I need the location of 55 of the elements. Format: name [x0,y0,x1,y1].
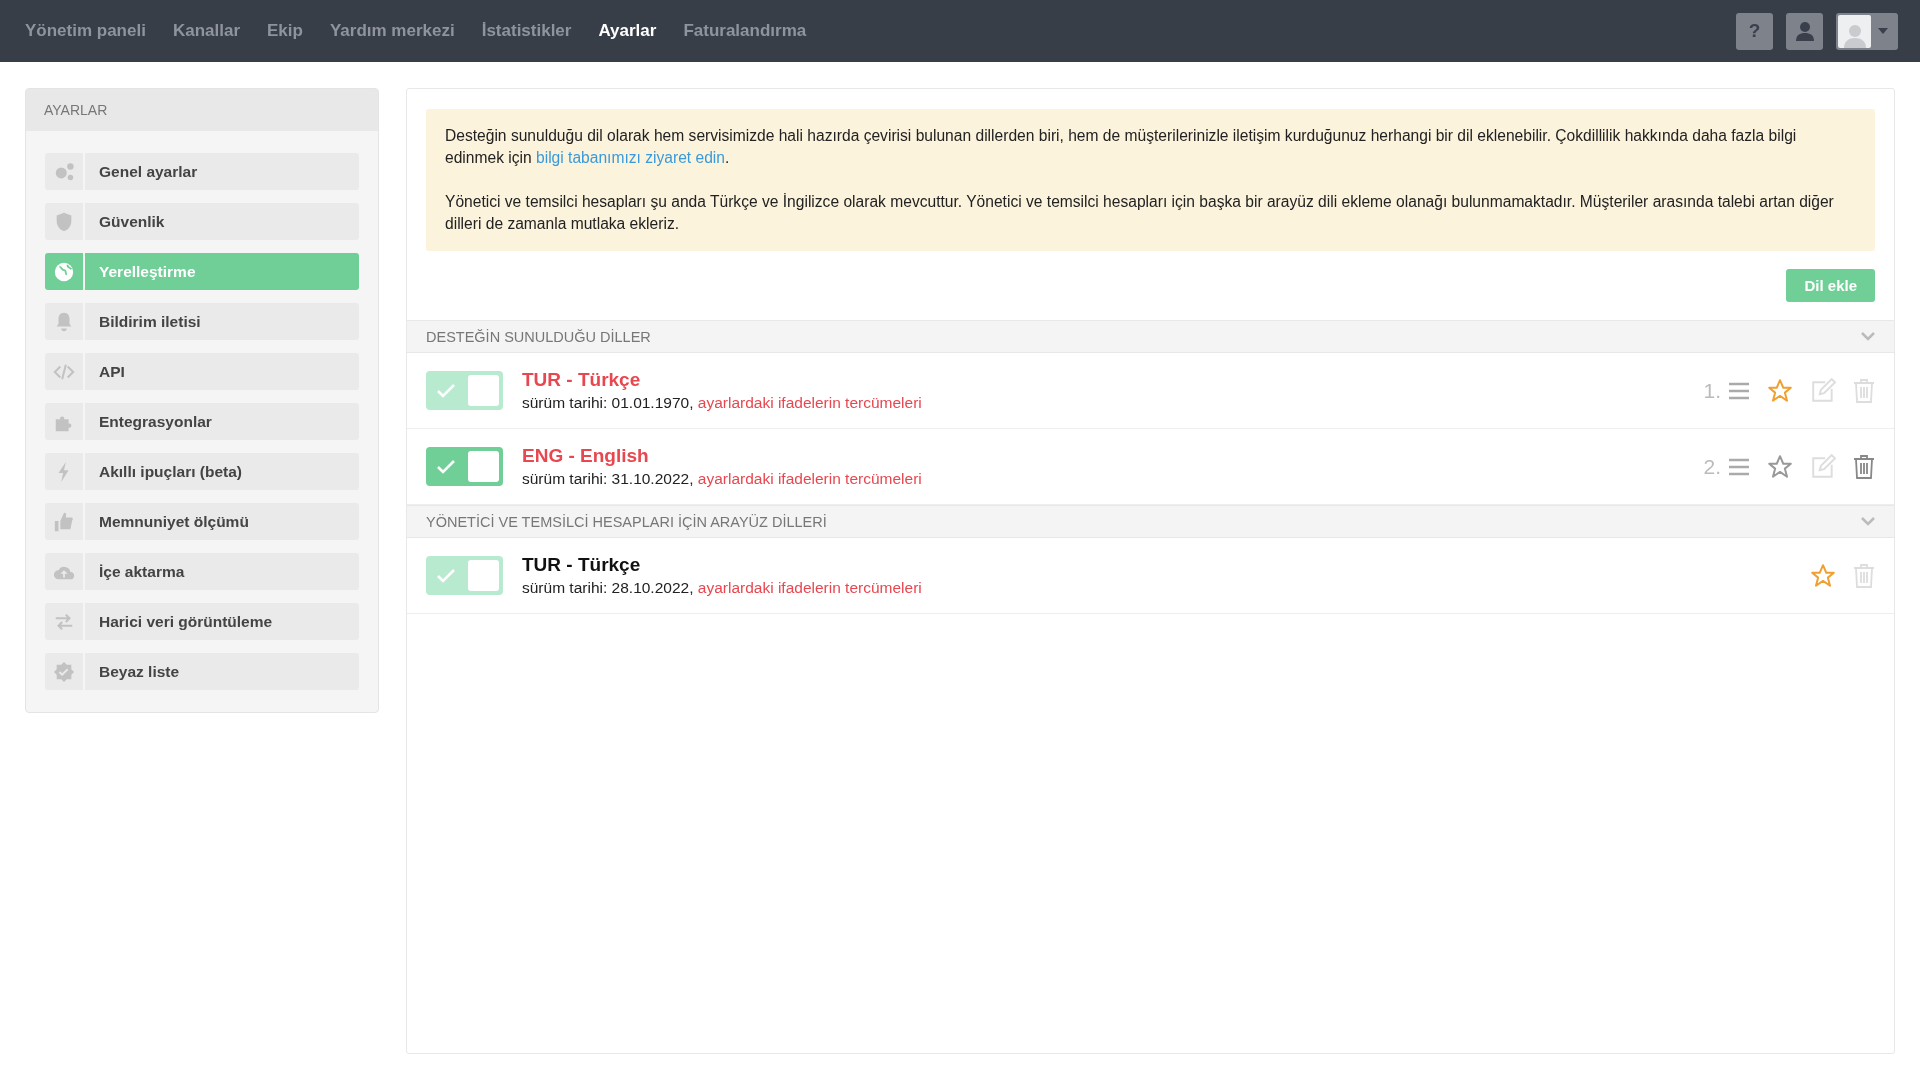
order-number: 1. [1703,378,1721,403]
badge-icon [53,660,75,683]
drag-handle-icon[interactable] [1728,457,1750,476]
section-header[interactable]: DESTEĞİN SUNULDUĞU DİLLER [407,320,1894,353]
sidebar-item[interactable]: Genel ayarlar [45,153,359,190]
toggle-switch[interactable] [426,447,503,486]
version-date: sürüm tarihi: 31.10.2022, [522,470,694,487]
sidebar-item[interactable]: İçe aktarma [45,553,359,590]
language-name: TUR - Türkçe [522,369,642,391]
chevron-down-icon [1861,517,1875,526]
nav-link[interactable]: Ayarlar [598,21,657,41]
edit-icon[interactable] [1810,453,1836,480]
nav-link[interactable]: Kanallar [172,21,240,41]
check-icon [436,458,456,475]
thumb-icon [53,510,75,533]
nav-link[interactable]: Ekip [267,21,303,41]
chevron-down-icon [1861,332,1875,341]
trash-icon[interactable] [1853,454,1875,479]
nav-link[interactable]: Faturalandırma [683,21,807,41]
language-name: TUR - Türkçe [522,554,642,576]
sidebar-title: AYARLAR [26,89,378,131]
globe-icon [53,260,75,283]
sidebar-item[interactable]: Güvenlik [45,203,359,240]
section-title: DESTEĞİN SUNULDUĞU DİLLER [426,328,651,345]
language-name: ENG - English [522,445,650,467]
version-date: sürüm tarihi: 28.10.2022, [522,579,694,596]
check-icon [436,382,456,399]
sidebar-item[interactable]: Akıllı ipuçları (beta) [45,453,359,490]
section-header[interactable]: YÖNETİCİ VE TEMSİLCİ HESAPLARI İÇİN ARAYÜZ DİLLERİ [407,505,1894,538]
knowledge-base-link[interactable]: bilgi tabanımızı ziyaret edin [536,149,725,166]
version-date: sürüm tarihi: 01.01.1970, [522,394,694,411]
drag-handle-icon[interactable] [1728,381,1750,400]
check-icon [436,567,456,584]
nav-link[interactable]: İstatistikler [481,21,572,41]
sidebar-item[interactable]: API [45,353,359,390]
sidebar-item[interactable]: Beyaz liste [45,653,359,690]
notice-paragraph: Desteğin sunulduğu dil olarak hem servisimizde hali hazırda çevirisi bulunan dillerden biri, hem de müşterilerinizle iletişim kurduğunuz herhangi bir dil eklenebilir. Çokdillilik hakkında daha fazla bilgi edinmek için bilgi tabanımızı ziyaret edin. [445,126,1798,168]
help-button[interactable]: ? [1736,12,1773,50]
caret-icon [1878,28,1888,34]
nav-link[interactable]: Yardım merkezi [329,21,455,41]
profile-button[interactable] [1786,12,1823,50]
nav-link[interactable]: Yönetim paneli [25,21,146,41]
sidebar-item[interactable]: Bildirim iletisi [45,303,359,340]
sidebar-item[interactable]: Harici veri görüntüleme [45,603,359,640]
section-title: YÖNETİCİ VE TEMSİLCİ HESAPLARI İÇİN ARAYÜZ DİLLERİ [426,513,827,530]
avatar-icon [1838,14,1871,48]
sidebar-item[interactable]: Memnuniyet ölçümü [45,503,359,540]
star-icon[interactable] [1767,453,1793,480]
edit-icon[interactable] [1810,377,1836,404]
account-menu-button[interactable] [1836,12,1898,50]
translations-link[interactable]: ayarlardaki ifadelerin tercümeleri [697,470,922,487]
notice-paragraph: Yönetici ve temsilci hesapları şu anda Türkçe ve İngilizce olarak mevcuttur. Yönetici ve temsilci hesapları için başka bir arayüz dili ekleme olanağı bulunmamaktadır. Müşteriler arasında talebi artan diğer dilleri de zamanla mutlaka ekleriz. [445,192,1835,234]
sidebar-item[interactable]: Entegrasyonlar [45,403,359,440]
person-icon [1793,20,1816,42]
order-number: 2. [1703,454,1721,479]
